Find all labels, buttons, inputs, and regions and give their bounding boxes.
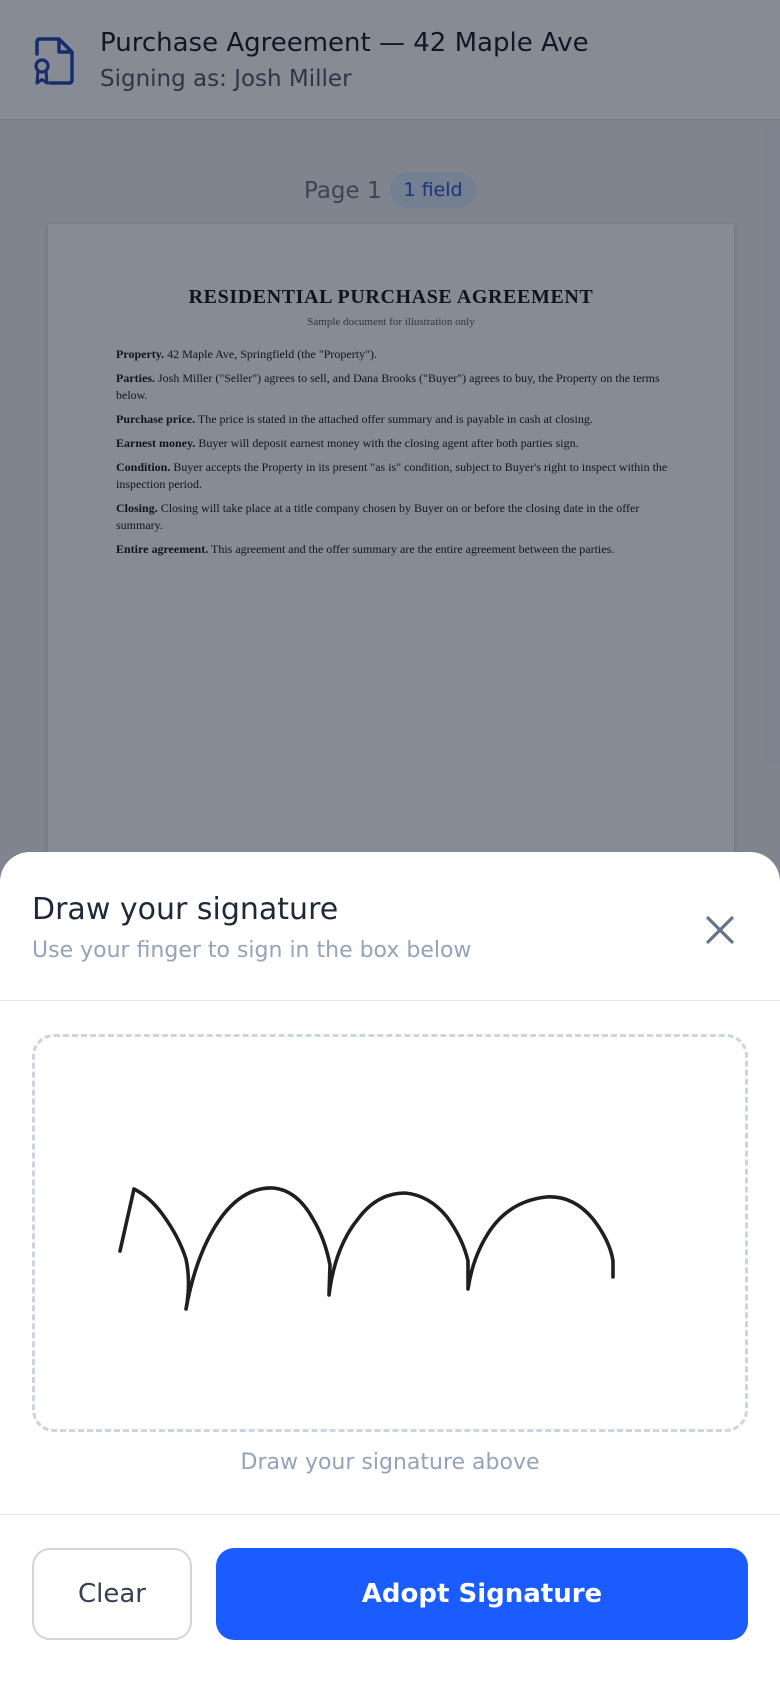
sheet-divider-bottom	[0, 1514, 780, 1515]
adopt-signature-button[interactable]: Adopt Signature	[216, 1548, 748, 1640]
sheet-divider-top	[0, 1000, 780, 1001]
signature-stroke	[118, 1186, 615, 1311]
sheet-subtitle: Use your finger to sign in the box below	[32, 938, 472, 963]
close-button[interactable]	[696, 906, 744, 954]
sheet-title: Draw your signature	[32, 892, 339, 927]
signature-sheet: Draw your signature Use your finger to s…	[0, 852, 780, 1688]
signature-pad[interactable]	[32, 1034, 748, 1432]
clear-button[interactable]: Clear	[32, 1548, 192, 1640]
close-icon	[706, 916, 734, 944]
signature-hint: Draw your signature above	[240, 1450, 540, 1475]
